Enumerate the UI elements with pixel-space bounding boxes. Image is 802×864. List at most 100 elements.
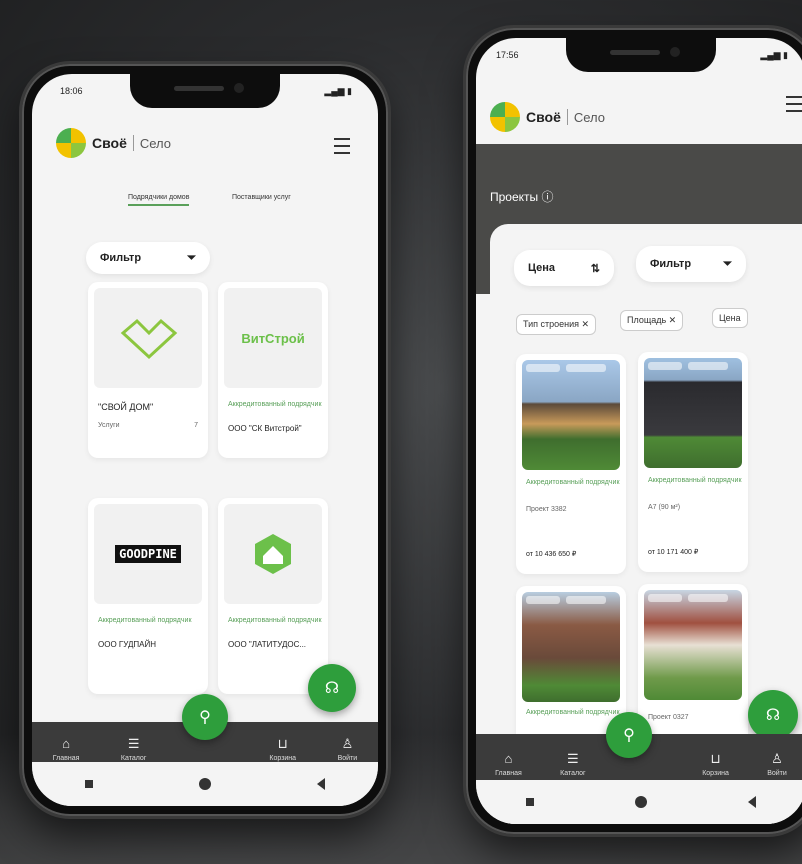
project-card[interactable]: Аккредитованный подрядчик Проект 3382 от… xyxy=(516,354,626,574)
tab-suppliers[interactable]: Поставщики услуг xyxy=(232,194,291,201)
nav-cart[interactable]: ⊔ Корзина xyxy=(269,735,296,762)
home-icon: ⌂ xyxy=(504,750,513,766)
card-title: ООО ГУДПАЙН xyxy=(98,640,156,649)
search-icon: ⚲ xyxy=(623,727,635,744)
recent-apps-icon[interactable] xyxy=(85,780,93,788)
contractor-logo xyxy=(94,288,202,388)
card-title: "СВОЙ ДОМ" xyxy=(98,402,154,412)
headset-icon: ☊ xyxy=(765,707,781,724)
left-phone: 18:06 ▂▄▆ ▮ Своё Село Подрядчики домов П… xyxy=(22,64,388,816)
back-icon[interactable] xyxy=(747,796,756,808)
card-accredited: Аккредитованный подрядчик xyxy=(228,617,322,624)
menu-icon[interactable] xyxy=(334,138,350,154)
card-title: ООО "ЛАТИТУДОС... xyxy=(228,640,307,649)
project-photo xyxy=(644,590,742,700)
support-chat-button[interactable]: ☊ xyxy=(308,664,356,712)
nav-home[interactable]: ⌂ Главная xyxy=(495,750,522,777)
project-photo xyxy=(522,360,620,470)
cart-icon: ⊔ xyxy=(277,735,288,751)
home-icon: ⌂ xyxy=(62,735,70,751)
support-chat-button[interactable]: ☊ xyxy=(748,690,798,740)
goodpine-logo-text: GOODPINE xyxy=(115,545,181,563)
filter-button[interactable]: Фильтр ⏷ xyxy=(86,242,210,274)
card-accredited: Аккредитованный подрядчик xyxy=(526,479,620,486)
sort-icon: ⇅ xyxy=(590,262,600,275)
sort-price-button[interactable]: Цена ⇅ xyxy=(514,250,614,286)
nav-catalog[interactable]: ☰ Каталог xyxy=(560,750,585,777)
contractor-logo: ВитСтрой xyxy=(224,288,322,388)
back-icon[interactable] xyxy=(317,778,325,790)
card-accredited: Аккредитованный подрядчик xyxy=(228,401,322,408)
chip-building-type[interactable]: Тип строения ✕ xyxy=(516,314,597,335)
nav-catalog[interactable]: ☰ Каталог xyxy=(121,735,146,762)
recent-apps-icon[interactable] xyxy=(526,798,535,806)
status-time: 18:06 xyxy=(60,86,83,96)
status-icons: ▂▄▆ ▮ xyxy=(324,86,352,96)
card-title: А7 (90 м²) xyxy=(648,504,681,511)
brand-logo[interactable]: Своё Село xyxy=(490,102,605,132)
notch xyxy=(566,38,716,72)
filter-label: Фильтр xyxy=(100,252,142,264)
sort-label: Цена xyxy=(528,262,556,274)
catalog-icon: ☰ xyxy=(567,750,579,766)
filter-icon: ⏷ xyxy=(723,257,732,270)
card-accredited: Аккредитованный подрядчик xyxy=(648,477,742,484)
contractor-logo xyxy=(224,504,322,604)
vitstroy-logo-text: ВитСтрой xyxy=(241,330,305,346)
user-icon: ♙ xyxy=(771,750,783,766)
home-circle-icon[interactable] xyxy=(634,796,647,808)
contractor-card[interactable]: "СВОЙ ДОМ" Услуги 7 xyxy=(88,282,208,458)
search-button[interactable]: ⚲ xyxy=(182,694,228,740)
right-phone: 17:56 ▂▄▆ ▮ Своё Село Проекты ⓘ Цена ⇅ Фи… xyxy=(466,28,802,834)
left-screen: 18:06 ▂▄▆ ▮ Своё Село Подрядчики домов П… xyxy=(32,74,378,806)
card-title: Проект 0327 xyxy=(648,714,689,721)
brand-logo[interactable]: Своё Село xyxy=(56,128,171,158)
brand-name-b: Село xyxy=(139,135,172,151)
card-accredited: Аккредитованный подрядчик xyxy=(526,709,620,716)
chip-area[interactable]: Площадь ✕ xyxy=(620,310,684,331)
contractor-card[interactable]: ВитСтрой Аккредитованный подрядчик ООО "… xyxy=(218,282,328,458)
brand-name-b: Село xyxy=(573,109,606,125)
brand-name-a: Своё xyxy=(526,109,561,125)
contractor-card[interactable]: GOODPINE Аккредитованный подрядчик ООО Г… xyxy=(88,498,208,694)
tab-contractors[interactable]: Подрядчики домов xyxy=(128,194,190,206)
contractor-logo: GOODPINE xyxy=(94,504,202,604)
brand-name-a: Своё xyxy=(92,135,127,151)
status-time: 17:56 xyxy=(496,50,519,60)
project-photo xyxy=(644,358,742,468)
nav-login[interactable]: ♙ Войти xyxy=(338,735,358,762)
nav-home[interactable]: ⌂ Главная xyxy=(53,735,80,762)
card-price: от 10 436 650 ₽ xyxy=(526,551,577,558)
system-nav-bar xyxy=(32,762,378,806)
menu-icon[interactable] xyxy=(786,96,802,112)
project-photo xyxy=(522,592,620,702)
filter-label: Фильтр xyxy=(650,258,692,270)
cart-icon: ⊔ xyxy=(710,750,721,766)
brand-mark-icon xyxy=(56,128,86,158)
chip-price[interactable]: Цена xyxy=(712,308,748,328)
contractor-card[interactable]: Аккредитованный подрядчик ООО "ЛАТИТУДОС… xyxy=(218,498,328,694)
card-price: от 10 171 400 ₽ xyxy=(648,549,699,556)
user-icon: ♙ xyxy=(341,735,354,751)
filter-icon: ⏷ xyxy=(187,251,196,264)
catalog-icon: ☰ xyxy=(127,735,140,751)
card-accredited: Аккредитованный подрядчик xyxy=(98,617,192,624)
heart-house-icon xyxy=(120,318,178,360)
card-sub: Услуги xyxy=(98,422,120,429)
section-title: Проекты ⓘ xyxy=(490,190,554,204)
nav-login[interactable]: ♙ Войти xyxy=(767,750,787,777)
home-circle-icon[interactable] xyxy=(199,778,211,790)
brand-mark-icon xyxy=(490,102,520,132)
search-button[interactable]: ⚲ xyxy=(606,712,652,758)
filter-button[interactable]: Фильтр ⏷ xyxy=(636,246,746,282)
card-title: ООО "СК Витстрой" xyxy=(228,424,302,433)
search-icon: ⚲ xyxy=(199,709,211,726)
nav-cart[interactable]: ⊔ Корзина xyxy=(702,750,729,777)
help-icon[interactable]: ⓘ xyxy=(542,190,554,204)
house-hex-icon xyxy=(255,534,291,574)
project-card[interactable]: Проект 0327 xyxy=(638,584,748,744)
project-card[interactable]: Аккредитованный подрядчик А7 (90 м²) от … xyxy=(638,352,748,572)
status-icons: ▂▄▆ ▮ xyxy=(760,50,788,60)
card-title: Проект 3382 xyxy=(526,506,567,513)
system-nav-bar xyxy=(476,780,802,824)
